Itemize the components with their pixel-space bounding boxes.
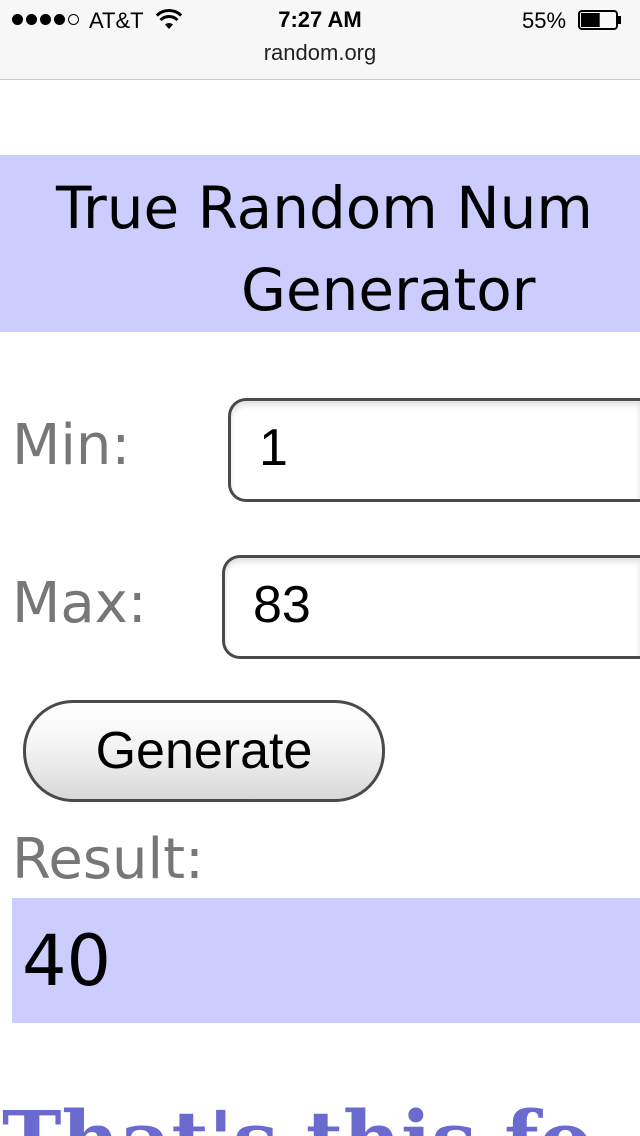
- page-title-line-2: Generator: [241, 256, 536, 324]
- max-label: Max:: [12, 571, 147, 636]
- page-title-line-1: True Random Num: [56, 174, 593, 242]
- generate-button[interactable]: Generate: [23, 700, 385, 802]
- min-input-value: 1: [259, 419, 288, 477]
- address-bar-url[interactable]: random.org: [0, 40, 640, 66]
- page: AT&T 7:27 AM 55% random.org True Random …: [0, 0, 640, 1136]
- battery-fill: [581, 13, 600, 27]
- max-input[interactable]: 83: [222, 555, 640, 659]
- header-banner: True Random Num Generator: [0, 155, 640, 332]
- battery-percentage: 55%: [522, 8, 567, 33]
- battery-icon: [578, 10, 621, 30]
- status-bar: AT&T 7:27 AM 55% random.org: [0, 0, 640, 80]
- max-input-value: 83: [253, 576, 311, 634]
- result-label: Result:: [12, 827, 204, 892]
- result-box: 40: [12, 898, 640, 1023]
- min-label: Min:: [12, 413, 131, 478]
- result-value: 40: [22, 920, 112, 1002]
- min-input[interactable]: 1: [228, 398, 640, 502]
- footer-heading-link[interactable]: That's this fo: [2, 1100, 592, 1136]
